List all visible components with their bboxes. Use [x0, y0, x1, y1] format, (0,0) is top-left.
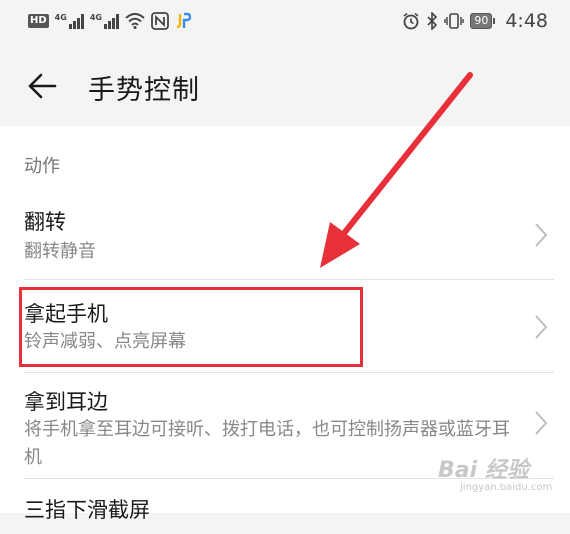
hd-badge: HD — [28, 14, 49, 28]
app-notification-icon — [176, 12, 191, 29]
bluetooth-icon — [427, 12, 438, 30]
chevron-right-icon — [535, 315, 548, 339]
chevron-right-icon — [535, 223, 548, 247]
nfc-icon — [151, 12, 169, 30]
battery-icon: 90 — [470, 13, 496, 29]
status-bar: HD 4G 4G 90 4:48 — [0, 0, 570, 44]
watermark-logo-text: Bai 经验 — [438, 458, 529, 483]
signal-icon-2: 4G — [90, 13, 119, 29]
list-item-title: 拿到耳边 — [24, 390, 108, 414]
alarm-icon — [403, 12, 419, 30]
list-item-subtitle: 翻转静音 — [24, 241, 96, 262]
status-left: HD 4G 4G — [28, 12, 191, 30]
watermark-url: jingyan.baidu.com — [460, 482, 553, 493]
status-right: 90 4:48 — [402, 10, 548, 32]
list-item-flip[interactable]: 翻转 翻转静音 — [0, 202, 570, 280]
wifi-icon — [125, 13, 145, 29]
list-item-title: 三指下滑截屏 — [24, 498, 150, 522]
network-type-label-2: 4G — [89, 13, 102, 22]
divider — [24, 279, 554, 280]
page-title: 手势控制 — [88, 75, 200, 106]
app-header: 手势控制 — [0, 44, 570, 126]
back-arrow-icon[interactable] — [26, 70, 58, 102]
highlight-box — [19, 287, 363, 367]
list-item-three-finger-screenshot[interactable]: 三指下滑截屏 — [0, 494, 570, 534]
clock: 4:48 — [505, 10, 548, 32]
battery-level: 90 — [470, 13, 493, 29]
network-type-label: 4G — [54, 13, 67, 22]
chevron-right-icon — [535, 411, 548, 435]
list-item-title: 翻转 — [24, 210, 66, 234]
vibrate-icon — [444, 13, 465, 29]
section-header-actions: 动作 — [24, 156, 60, 177]
divider — [24, 372, 554, 373]
baidu-watermark: Bai 经验 jingyan.baidu.com — [438, 452, 552, 493]
signal-icon: 4G — [55, 13, 84, 29]
